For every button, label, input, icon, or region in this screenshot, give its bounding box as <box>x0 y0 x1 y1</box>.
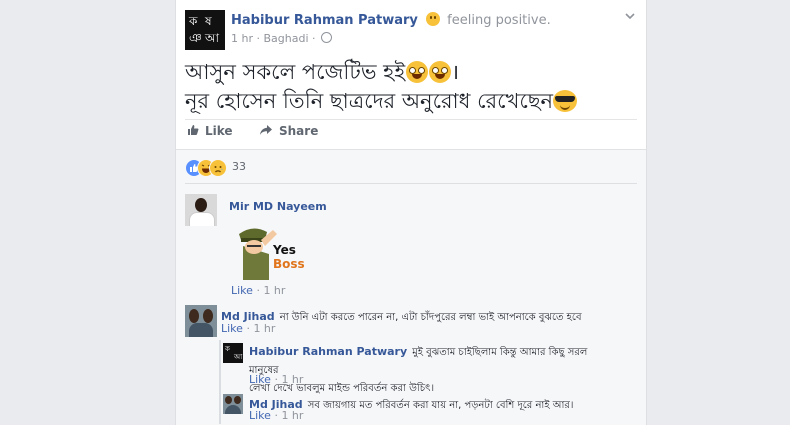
comment-meta: Like · 1 hr <box>221 322 276 335</box>
sad-reaction-icon <box>209 159 227 177</box>
avatar-char: আ <box>205 31 219 45</box>
divider <box>185 183 637 184</box>
sticker-text: Boss <box>273 257 305 271</box>
post-message-line: আসুন সকলে পজেটিভ হই । <box>185 58 577 87</box>
post-text: নূর হোসেন তিনি ছাত্রদের অনুরোধ রেখেছেন <box>185 89 554 113</box>
avatar-char: ক <box>225 345 230 353</box>
comment: Mir MD Nayeem Yes Boss Like · 1 hr <box>185 194 625 297</box>
author-line: Habibur Rahman Patwary feeling positive. <box>231 12 551 28</box>
replier-avatar[interactable]: ক আ <box>223 343 243 363</box>
post-header: ক ষ ঞ আ Habibur Rahman Patwary feeling p… <box>185 10 636 50</box>
post-time-link[interactable]: 1 hr <box>231 32 253 45</box>
reply-like-link[interactable]: Like <box>249 373 271 386</box>
replier-avatar[interactable] <box>223 394 243 414</box>
post-message-line: নূর হোসেন তিনি ছাত্রদের অনুরোধ রেখেছেন <box>185 87 578 116</box>
meta-separator: · <box>256 32 261 45</box>
post-meta: 1 hr · Baghadi · <box>231 32 333 45</box>
tongue-wink-emoji-icon <box>406 61 429 83</box>
post-card: ক ষ ঞ আ Habibur Rahman Patwary feeling p… <box>175 0 647 425</box>
reply-text: সব জায়গায় মত পরিবর্তন করা যায় না, পড়… <box>307 400 574 411</box>
comment-text: না উনি এটা করতে পারেন না, এটা চাঁদপুরের … <box>279 312 582 323</box>
reply-time-link[interactable]: 1 hr <box>281 409 303 422</box>
share-arrow-icon <box>260 125 272 135</box>
feeling-text: feeling positive. <box>447 13 551 28</box>
globe-icon[interactable] <box>321 32 333 43</box>
comment-time-link[interactable]: 1 hr <box>263 284 285 297</box>
sunglasses-emoji-icon <box>553 90 578 112</box>
share-label: Share <box>279 124 319 138</box>
thumbs-up-icon <box>188 125 199 135</box>
yes-boss-sticker-icon: Yes Boss <box>239 228 305 280</box>
comment: Md Jihad না উনি এটা করতে পারেন না, এটা চ… <box>185 305 625 341</box>
comment-meta: Like · 1 hr <box>231 284 286 297</box>
comments-section: 33 Mir MD Nayeem Yes Boss Like · 1 hr Md… <box>176 149 646 425</box>
commenter-avatar[interactable] <box>185 194 217 226</box>
replier-name-link[interactable]: Habibur Rahman Patwary <box>249 345 407 358</box>
avatar-char: ষ <box>205 14 212 28</box>
reply-like-link[interactable]: Like <box>249 409 271 422</box>
commenter-avatar[interactable] <box>185 305 217 337</box>
chevron-down-icon[interactable] <box>624 10 636 22</box>
comment-time-link[interactable]: 1 hr <box>253 322 275 335</box>
comment-like-link[interactable]: Like <box>231 284 253 297</box>
like-label: Like <box>205 124 233 138</box>
tongue-wink-emoji-icon <box>429 61 452 83</box>
post-author-link[interactable]: Habibur Rahman Patwary <box>231 13 418 28</box>
meta-separator: · <box>312 32 316 45</box>
reply-meta: Like · 1 hr <box>249 409 304 422</box>
avatar-char: আ <box>234 353 243 361</box>
share-button[interactable]: Share <box>259 124 318 138</box>
page-avatar[interactable]: ক ষ ঞ আ <box>185 10 225 50</box>
reply-meta: Like · 1 hr <box>249 373 304 386</box>
sticker-text: Yes <box>272 243 296 257</box>
post-text: আসুন সকলে পজেটিভ হই <box>185 60 406 84</box>
comment-like-link[interactable]: Like <box>221 322 243 335</box>
reply: ক আ Habibur Rahman Patwary মুই বুঝতাম চা… <box>223 341 623 394</box>
reply-thread-line <box>219 340 221 424</box>
post-location-link[interactable]: Baghadi <box>264 32 309 45</box>
feeling-emoji-icon <box>426 12 441 26</box>
avatar-char: ক <box>189 14 198 28</box>
post-message: আসুন সকলে পজেটিভ হই । নূর হোসেন তিনি ছাত্… <box>185 58 578 116</box>
reaction-count: 33 <box>232 160 246 173</box>
reply-time-link[interactable]: 1 hr <box>281 373 303 386</box>
avatar-char: ঞ <box>189 31 202 45</box>
divider <box>185 119 637 120</box>
like-button[interactable]: Like <box>187 124 233 138</box>
post-text: । <box>451 60 460 84</box>
reply: Md Jihad সব জায়গায় মত পরিবর্তন করা যায… <box>223 392 623 425</box>
commenter-name-link[interactable]: Mir MD Nayeem <box>229 200 327 213</box>
